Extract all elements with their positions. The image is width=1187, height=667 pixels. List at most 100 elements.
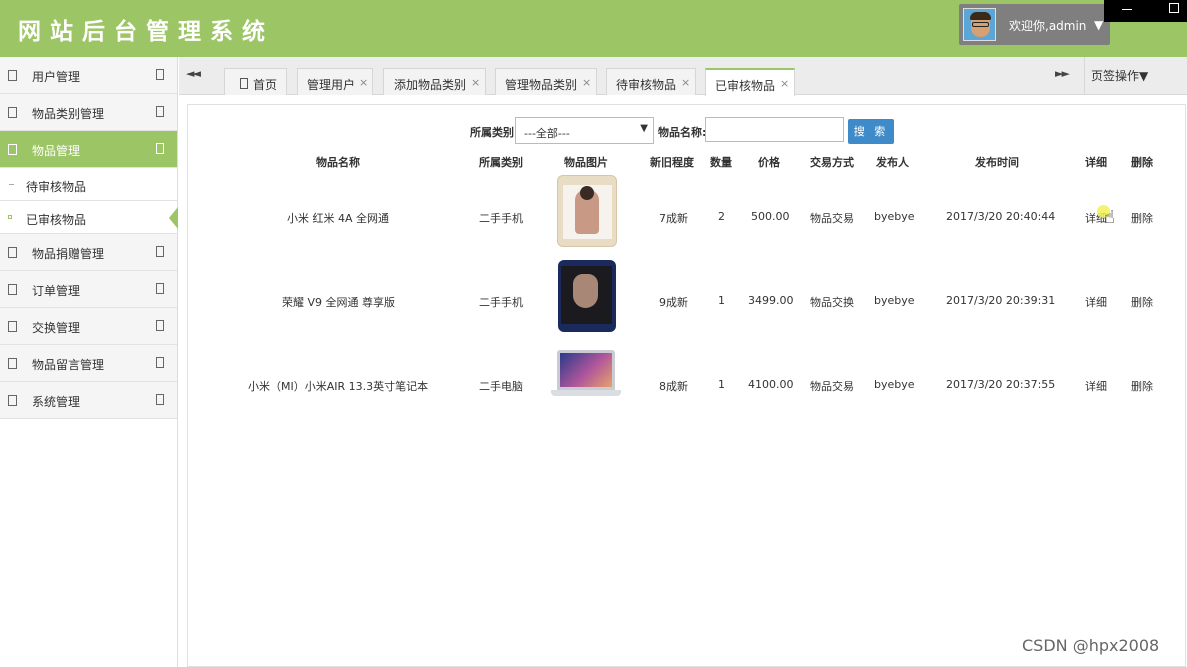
chevron-down-icon: ▼ xyxy=(640,123,648,134)
tab-label: 已审核物品 xyxy=(715,79,776,93)
sidebar-item-label: 订单管理 xyxy=(32,284,81,298)
sidebar-subitem-label: 待审核物品 xyxy=(26,180,87,194)
column-header: 物品名称 xyxy=(316,156,360,169)
publisher-cell: byebye xyxy=(874,294,915,307)
content-panel: 所属类别 ---全部--- ▼ 物品名称: 搜 索 物品名称 所属类别 物品图片… xyxy=(187,104,1186,667)
menu-icon xyxy=(8,107,17,118)
quantity-cell: 2 xyxy=(718,210,725,223)
sidebar-item-donation-management[interactable]: 物品捐赠管理 xyxy=(0,234,177,271)
sidebar-subitem-pending[interactable]: 待审核物品 xyxy=(0,168,177,201)
sidebar-item-exchange-management[interactable]: 交换管理 xyxy=(0,308,177,345)
category-select[interactable]: ---全部--- ▼ xyxy=(515,117,654,144)
sidebar-subitem-label: 已审核物品 xyxy=(26,213,87,227)
column-header: 物品图片 xyxy=(564,156,608,169)
phone-gold-image xyxy=(557,175,617,247)
sidebar-item-order-management[interactable]: 订单管理 xyxy=(0,271,177,308)
sidebar-item-label: 交换管理 xyxy=(32,321,81,335)
close-icon[interactable]: × xyxy=(359,76,368,89)
close-icon[interactable]: × xyxy=(681,76,690,89)
trade-type-cell: 物品交易 xyxy=(810,212,854,225)
condition-cell: 8成新 xyxy=(659,380,688,393)
column-header: 发布人 xyxy=(876,156,909,169)
tab-scroll-left-button[interactable]: ◄◄ xyxy=(186,67,201,80)
tab-add-category[interactable]: 添加物品类别 × xyxy=(383,68,486,95)
category-cell: 二手手机 xyxy=(479,296,523,309)
tab-label: 管理用户 xyxy=(307,78,356,92)
price-cell: 500.00 xyxy=(751,210,790,223)
close-icon[interactable]: × xyxy=(582,76,591,89)
column-header: 新旧程度 xyxy=(650,156,694,169)
tab-manage-users[interactable]: 管理用户 × xyxy=(297,68,373,95)
delete-link[interactable]: 删除 xyxy=(1131,210,1153,226)
condition-cell: 9成新 xyxy=(659,296,688,309)
goods-name-cell: 荣耀 V9 全网通 尊享版 xyxy=(282,296,396,309)
price-cell: 3499.00 xyxy=(748,294,794,307)
collapse-icon xyxy=(156,143,164,154)
phone-blue-image xyxy=(558,260,616,332)
header-bar: 网站后台管理系统 欢迎你,admin ▼ xyxy=(0,0,1187,57)
sidebar-item-label: 物品管理 xyxy=(32,144,81,158)
sidebar-item-user-management[interactable]: 用户管理 xyxy=(0,57,177,94)
condition-cell: 7成新 xyxy=(659,212,688,225)
sidebar-subitem-approved[interactable]: 已审核物品 xyxy=(0,201,178,234)
publisher-cell: byebye xyxy=(874,210,915,223)
quantity-cell: 1 xyxy=(718,294,725,307)
home-icon xyxy=(240,78,248,89)
expand-icon xyxy=(156,106,164,117)
sidebar-item-goods-management[interactable]: 物品管理 xyxy=(0,131,177,168)
tab-label: 待审核物品 xyxy=(616,78,677,92)
column-header: 交易方式 xyxy=(810,156,854,169)
expand-icon xyxy=(156,320,164,331)
tab-operations-menu[interactable]: 页签操作▼ xyxy=(1091,67,1148,84)
tab-approved-goods[interactable]: 已审核物品 × xyxy=(705,68,795,96)
welcome-text: 欢迎你,admin xyxy=(1009,19,1087,33)
close-icon[interactable]: × xyxy=(471,76,480,89)
sidebar-item-system-management[interactable]: 系统管理 xyxy=(0,382,177,419)
maximize-icon[interactable] xyxy=(1169,3,1179,13)
user-menu-caret-icon[interactable]: ▼ xyxy=(1094,18,1103,32)
trade-type-cell: 物品交换 xyxy=(810,296,854,309)
divider xyxy=(1084,57,1085,95)
category-cell: 二手手机 xyxy=(479,212,523,225)
expand-icon xyxy=(156,246,164,257)
sidebar: 用户管理 物品类别管理 物品管理 待审核物品 已审核物品 物品捐赠管理 订单管理… xyxy=(0,57,178,667)
window-controls xyxy=(1104,0,1187,22)
column-header: 发布时间 xyxy=(975,156,1019,169)
column-header: 删除 xyxy=(1131,156,1153,169)
column-header: 所属类别 xyxy=(479,156,523,169)
detail-link[interactable]: 详细 xyxy=(1085,294,1107,310)
hand-cursor-icon: ☝ xyxy=(1104,207,1115,228)
tab-scroll-right-button[interactable]: ►► xyxy=(1055,67,1070,80)
menu-icon xyxy=(8,144,17,155)
menu-icon xyxy=(8,358,17,369)
delete-link[interactable]: 删除 xyxy=(1131,294,1153,310)
tab-pending-goods[interactable]: 待审核物品 × xyxy=(606,68,696,95)
goods-name-input[interactable] xyxy=(705,117,844,142)
search-bar: 所属类别 ---全部--- ▼ 物品名称: 搜 索 xyxy=(188,117,1187,145)
search-button[interactable]: 搜 索 xyxy=(848,119,894,144)
sidebar-item-message-management[interactable]: 物品留言管理 xyxy=(0,345,177,382)
user-menu[interactable]: 欢迎你,admin ▼ xyxy=(959,4,1110,45)
sidebar-item-label: 系统管理 xyxy=(32,395,81,409)
publish-time-cell: 2017/3/20 20:37:55 xyxy=(946,378,1056,391)
detail-link[interactable]: 详细 xyxy=(1085,378,1107,394)
tab-home[interactable]: 首页 xyxy=(224,68,287,95)
tab-manage-category[interactable]: 管理物品类别 × xyxy=(495,68,597,95)
watermark: CSDN @hpx2008 xyxy=(1022,636,1160,655)
sidebar-item-label: 用户管理 xyxy=(32,70,81,84)
subitem-dot-icon xyxy=(9,184,14,185)
close-icon[interactable]: × xyxy=(780,77,789,90)
delete-link[interactable]: 删除 xyxy=(1131,378,1153,394)
minimize-icon[interactable] xyxy=(1122,9,1132,10)
current-indicator-icon xyxy=(169,207,178,229)
column-header: 数量 xyxy=(710,156,732,169)
laptop-image xyxy=(551,350,621,398)
category-filter-label: 所属类别 xyxy=(470,126,514,139)
tab-label: 添加物品类别 xyxy=(394,78,467,92)
publisher-cell: byebye xyxy=(874,378,915,391)
sidebar-item-label: 物品类别管理 xyxy=(32,107,105,121)
menu-icon xyxy=(8,70,17,81)
sidebar-item-category-management[interactable]: 物品类别管理 xyxy=(0,94,177,131)
app-title: 网站后台管理系统 xyxy=(18,18,274,45)
goods-name-cell: 小米 红米 4A 全网通 xyxy=(287,212,390,225)
